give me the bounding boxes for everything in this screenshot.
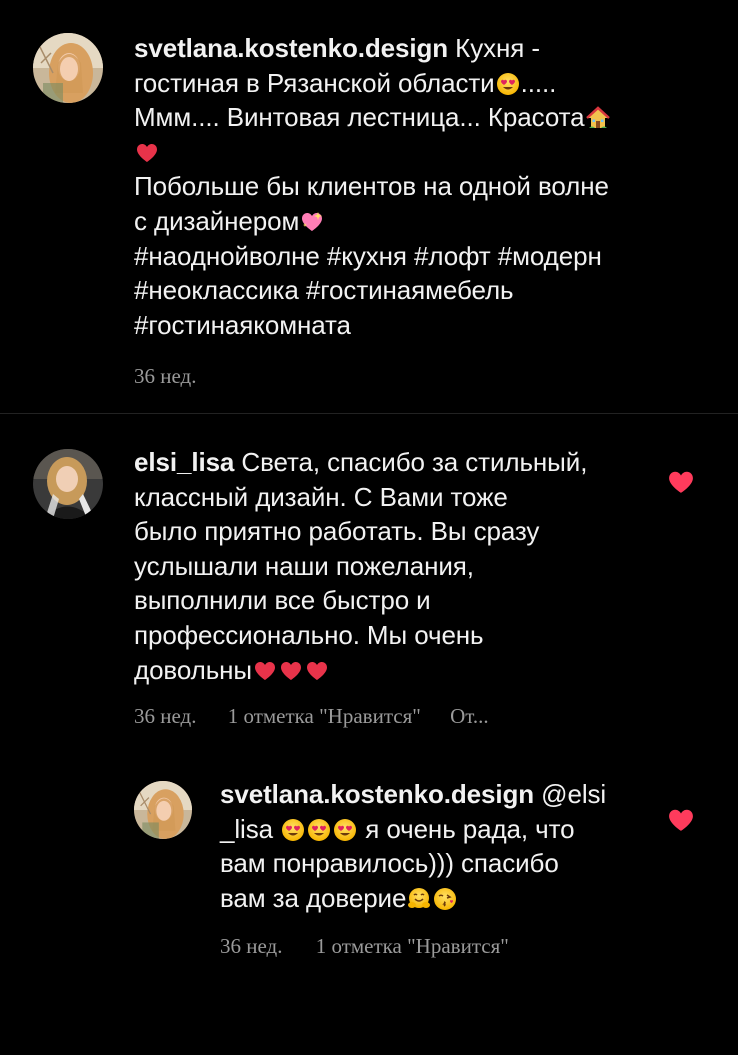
mention-link[interactable]: _lisa <box>220 814 273 844</box>
likes-count-link[interactable]: 1 отметка "Нравится" <box>228 704 421 729</box>
avatar[interactable] <box>134 781 192 839</box>
red-heart-emoji-icon <box>279 659 303 683</box>
like-heart-icon[interactable] <box>668 808 694 832</box>
heart-eyes-emoji-icon <box>307 818 331 842</box>
hugging-face-emoji-icon <box>407 887 431 911</box>
comment-username[interactable]: elsi_lisa <box>134 447 234 477</box>
hashtags[interactable]: #гостинаякомната <box>134 310 351 340</box>
comment-time: 36 нед. <box>220 934 283 958</box>
heart-eyes-emoji-icon <box>333 818 357 842</box>
comment-text: классный дизайн. С Вами тоже <box>134 481 508 512</box>
comment-text: было приятно работать. Вы сразу <box>134 516 540 547</box>
comment-text: с дизайнером <box>134 205 300 236</box>
comment-text: Кухня - <box>448 33 540 63</box>
comment-text: выполнили все быстро и <box>134 585 431 616</box>
comment-text: профессионально. Мы очень <box>134 619 484 650</box>
comment-text: Ммм.... Винтовая лестница... Красота <box>134 102 585 133</box>
comment-text: услышали наши пожелания, <box>134 550 474 581</box>
comment-text: вам понравилось))) спасибо <box>220 848 559 879</box>
reply-button[interactable]: От... <box>450 704 489 729</box>
hashtags[interactable]: #наоднойволне #кухня #лофт #модерн <box>134 241 602 271</box>
likes-count-link[interactable]: 1 отметка "Нравится" <box>316 934 509 959</box>
avatar[interactable] <box>33 33 103 103</box>
comment-text: гостиная в Рязанской области <box>134 67 495 98</box>
like-heart-icon[interactable] <box>668 470 694 494</box>
red-heart-emoji-icon <box>135 141 159 165</box>
house-emoji-icon <box>586 106 610 130</box>
red-heart-emoji-icon <box>253 659 277 683</box>
comment-text: ..... <box>520 67 557 98</box>
comment-text: я очень рада, что <box>358 813 575 844</box>
sparkling-heart-emoji-icon <box>300 210 324 234</box>
heart-eyes-emoji-icon <box>496 72 520 96</box>
heart-eyes-emoji-icon <box>281 818 305 842</box>
comment-username[interactable]: svetlana.kostenko.design <box>220 779 534 809</box>
comment-text: Побольше бы клиентов на одной волне <box>134 171 609 202</box>
kissing-face-emoji-icon <box>433 887 457 911</box>
divider <box>0 413 738 414</box>
mention-link[interactable]: @elsi <box>534 779 606 809</box>
comment-text: вам за доверие <box>220 882 407 913</box>
comment-text: довольны <box>134 654 253 685</box>
comment-time: 36 нед. <box>134 364 197 388</box>
comment-text: Света, спасибо за стильный, <box>234 447 588 477</box>
red-heart-emoji-icon <box>305 659 329 683</box>
hashtags[interactable]: #неоклассика #гостинаямебель <box>134 275 514 305</box>
comment-username[interactable]: svetlana.kostenko.design <box>134 33 448 63</box>
avatar[interactable] <box>33 449 103 519</box>
comment-time: 36 нед. <box>134 704 197 728</box>
